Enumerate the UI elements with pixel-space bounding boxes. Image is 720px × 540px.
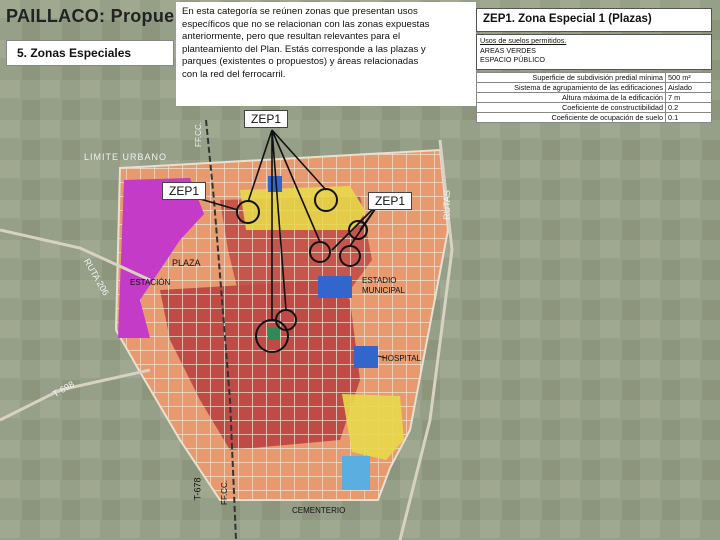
param-value: 0.2 (665, 102, 712, 113)
param-value: Aislado (665, 82, 712, 93)
description-line: anteriormente, pero que resultan relevan… (182, 31, 401, 43)
urban-limit-label: LIMITE URBANO (84, 152, 168, 162)
hospital-zone (354, 346, 378, 368)
param-label: Sistema de agrupamiento de las edificaci… (476, 82, 666, 93)
param-value: 7 m (665, 92, 712, 103)
zone-heading: ZEP1. Zona Especial 1 (Plazas) (476, 8, 712, 32)
section-title: 5. Zonas Especiales (17, 46, 132, 60)
description-line: parques (existentes o propuestos) y área… (182, 56, 419, 68)
page-title: PAILLACO: Propue (6, 6, 175, 26)
zep1-label-right: ZEP1 (368, 192, 413, 210)
permitted-use: AREAS VERDES (480, 45, 536, 55)
param-value: 500 m² (665, 72, 712, 83)
param-label: Coeficiente de constructibilidad (476, 102, 666, 113)
permitted-uses-title: Usos de suelos permitidos. (480, 36, 567, 45)
description-line: planteamiento del Plan. Estás correspond… (182, 43, 426, 55)
plaza-highlight (268, 328, 280, 340)
railway-label-bottom: FF.CC. (219, 480, 229, 505)
param-label: Coeficiente de ocupación de suelo (476, 112, 666, 123)
description-line: con la red del ferrocarril. (182, 68, 286, 80)
permitted-use: ESPACIO PÚBLICO (480, 55, 545, 65)
description-line: específicos que no se relacionan con las… (182, 18, 430, 30)
zep1-label-top: ZEP1 (244, 110, 289, 128)
param-value: 0.1 (665, 112, 712, 123)
municipal-label: MUNICIPAL (362, 286, 405, 295)
stadium-zone (318, 276, 352, 298)
table-row: Coeficiente de ocupación de suelo 0.1 (476, 112, 712, 123)
railway-label-top: FF.CC. (193, 122, 203, 147)
table-row: Coeficiente de constructibilidad 0.2 (476, 102, 712, 113)
param-label: Altura máxima de la edificación (476, 92, 666, 103)
table-row: Altura máxima de la edificación 7 m (476, 92, 712, 103)
route-t678-label: T-678 (192, 477, 203, 501)
table-row: Sistema de agrupamiento de las edificaci… (476, 82, 712, 93)
cemetery-zone (342, 456, 370, 490)
permitted-uses-box: Usos de suelos permitidos. AREAS VERDES … (476, 34, 712, 70)
plaza-label: PLAZA (172, 258, 201, 268)
table-row: Superficie de subdivisión predial mínima… (476, 72, 712, 83)
station-label: ESTACIÓN (130, 278, 171, 287)
routes-label: RUTAS (441, 190, 452, 220)
section-label: 5. Zonas Especiales (6, 40, 174, 66)
param-label: Superficie de subdivisión predial mínima (476, 72, 666, 83)
cemetery-label: CEMENTERIO (292, 506, 346, 515)
zep1-label-left: ZEP1 (162, 182, 207, 200)
description-line: En esta categoría se reúnen zonas que pr… (182, 6, 418, 17)
stadium-label: ESTADIO (362, 276, 397, 285)
description-box: En esta categoría se reúnen zonas que pr… (176, 2, 476, 106)
hospital-label: HOSPITAL (382, 354, 421, 363)
parameters-table: Superficie de subdivisión predial mínima… (476, 72, 712, 123)
